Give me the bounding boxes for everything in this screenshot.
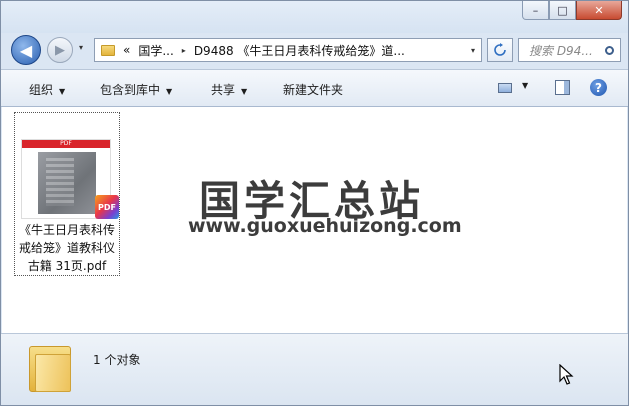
forward-arrow-icon[interactable]: ▶ bbox=[47, 37, 73, 63]
recent-pages-dropdown-icon[interactable]: ▾ bbox=[79, 43, 83, 52]
mouse-cursor-icon bbox=[559, 364, 574, 385]
new-folder-button[interactable]: 新建文件夹 bbox=[283, 81, 343, 98]
change-view-icon[interactable] bbox=[498, 83, 512, 93]
help-icon[interactable]: ? bbox=[590, 79, 607, 96]
search-placeholder: 搜索 D94... bbox=[529, 43, 593, 58]
share-menu[interactable]: 共享 ▼ bbox=[211, 81, 247, 98]
command-bar: 组织 ▼ 包含到库中 ▼ 共享 ▼ 新建文件夹 ▼ ? bbox=[1, 69, 628, 107]
close-button[interactable]: ✕ bbox=[576, 1, 622, 20]
minimize-button[interactable]: – bbox=[522, 1, 549, 20]
file-list[interactable]: PDF PDF 《牛王日月表科传 戒给笼》道教科仪 古籍 31页.pdf 国学汇… bbox=[2, 107, 627, 333]
pdf-file-icon: PDF bbox=[95, 195, 119, 219]
search-icon[interactable] bbox=[605, 45, 614, 55]
file-name[interactable]: 《牛王日月表科传 戒给笼》道教科仪 古籍 31页.pdf bbox=[15, 221, 119, 275]
breadcrumb-item[interactable]: 国学... bbox=[138, 42, 173, 59]
search-input[interactable]: 搜索 D94... bbox=[518, 38, 621, 62]
chevron-down-icon: ▼ bbox=[166, 87, 173, 96]
back-arrow-icon[interactable]: ◀ bbox=[11, 35, 41, 65]
item-count: 1 个对象 bbox=[93, 353, 141, 367]
organize-menu[interactable]: 组织 ▼ bbox=[29, 81, 65, 98]
address-overflow[interactable]: « bbox=[123, 43, 130, 57]
chevron-down-icon: ▼ bbox=[241, 87, 248, 96]
breadcrumb-item[interactable]: D9488 《牛王日月表科传戒给笼》道... bbox=[194, 42, 405, 59]
pdf-header-bar: PDF bbox=[22, 140, 110, 148]
document-photo bbox=[38, 152, 96, 214]
folder-icon bbox=[29, 346, 71, 392]
title-bar: – □ ✕ bbox=[1, 1, 628, 33]
file-item[interactable]: PDF PDF 《牛王日月表科传 戒给笼》道教科仪 古籍 31页.pdf bbox=[14, 112, 120, 276]
maximize-button[interactable]: □ bbox=[549, 1, 576, 20]
chevron-down-icon[interactable]: ▼ bbox=[522, 81, 528, 90]
refresh-icon[interactable] bbox=[487, 38, 513, 62]
address-dropdown-icon[interactable]: ▾ bbox=[471, 46, 475, 55]
caption-buttons: – □ ✕ bbox=[522, 1, 622, 20]
watermark-url: www.guoxuehuizong.com bbox=[188, 215, 462, 237]
explorer-window: – □ ✕ ◀ ▶ ▾ « 国学... ▸ D9488 《牛王日月表科传戒给笼》… bbox=[0, 0, 629, 406]
breadcrumb-separator-icon[interactable]: ▸ bbox=[182, 46, 186, 55]
preview-pane-icon[interactable] bbox=[555, 80, 570, 95]
navigation-bar: ◀ ▶ ▾ « 国学... ▸ D9488 《牛王日月表科传戒给笼》道... ▾… bbox=[1, 31, 628, 69]
folder-icon bbox=[101, 44, 115, 56]
address-bar[interactable]: « 国学... ▸ D9488 《牛王日月表科传戒给笼》道... ▾ bbox=[94, 38, 482, 62]
details-pane: 1 个对象 bbox=[1, 333, 628, 405]
chevron-down-icon: ▼ bbox=[59, 87, 66, 96]
include-in-library-menu[interactable]: 包含到库中 ▼ bbox=[100, 81, 172, 98]
